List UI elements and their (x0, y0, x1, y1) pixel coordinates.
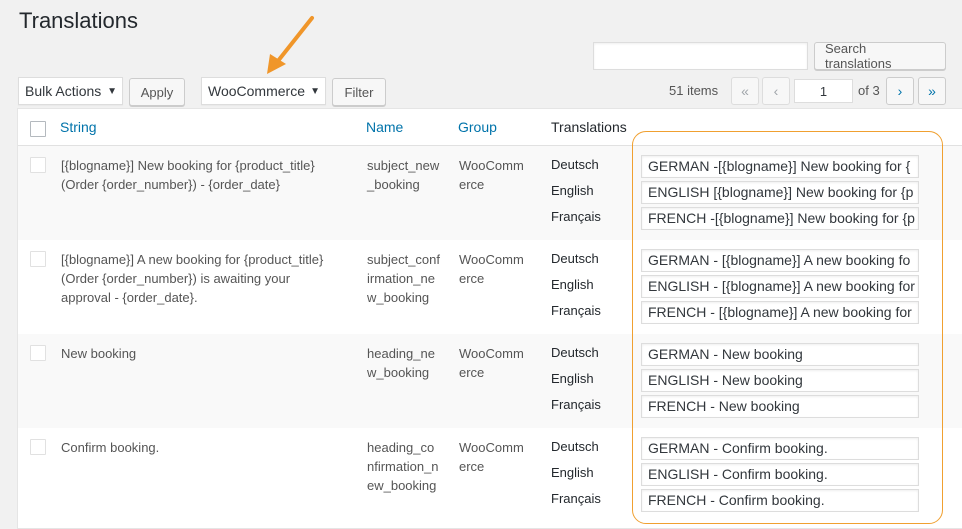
total-pages-label: of 3 (858, 83, 880, 98)
translation-field-english[interactable]: ENGLISH - [{blogname}] A new booking for (641, 275, 919, 298)
lang-label: English (551, 371, 594, 386)
row-name: subject_confirmation_new_booking (367, 252, 440, 305)
row-string: [{blogname}] New booking for {product_ti… (61, 158, 315, 192)
row-name: heading_new_booking (367, 346, 435, 380)
row-checkbox[interactable] (30, 345, 46, 361)
row-checkbox[interactable] (30, 439, 46, 455)
translation-field-french[interactable]: FRENCH -[{blogname}] New booking for {p (641, 207, 919, 230)
translations-table: String Name Group Translations [{blognam… (17, 108, 962, 529)
translation-field-german[interactable]: GERMAN - [{blogname}] A new booking fo (641, 249, 919, 272)
lang-label: Deutsch (551, 157, 599, 172)
filter-button[interactable]: Filter (332, 78, 386, 106)
bulk-actions-select[interactable]: Bulk Actions ▼ (18, 77, 123, 105)
lang-label: Deutsch (551, 251, 599, 266)
annotation-arrow-icon (267, 16, 314, 74)
row-group: WooCommerce (459, 252, 524, 286)
page-title: Translations (19, 8, 139, 33)
row-group: WooCommerce (459, 440, 524, 474)
row-name: heading_confirmation_new_booking (367, 440, 439, 493)
column-name-header[interactable]: Name (366, 119, 403, 135)
triangle-down-icon: ▼ (310, 85, 320, 97)
translation-field-french[interactable]: FRENCH - [{blogname}] A new booking for (641, 301, 919, 324)
translation-field-german[interactable]: GERMAN -[{blogname}] New booking for { (641, 155, 919, 178)
items-count: 51 items (669, 83, 719, 98)
table-row: New booking heading_new_booking WooComme… (18, 334, 962, 428)
next-page-button[interactable]: › (886, 77, 914, 105)
translation-field-english[interactable]: ENGLISH - New booking (641, 369, 919, 392)
lang-label: Deutsch (551, 439, 599, 454)
search-input[interactable] (593, 42, 808, 70)
row-checkbox[interactable] (30, 251, 46, 267)
column-group-header[interactable]: Group (458, 119, 497, 135)
row-string: Confirm booking. (61, 440, 160, 455)
table-row: [{blogname}] New booking for {product_ti… (18, 146, 962, 240)
prev-page-button[interactable]: ‹ (762, 77, 790, 105)
row-string: New booking (61, 346, 137, 361)
lang-label: Français (551, 303, 601, 318)
lang-label: Français (551, 209, 601, 224)
translation-field-german[interactable]: GERMAN - Confirm booking. (641, 437, 919, 460)
lang-label: English (551, 277, 594, 292)
translation-field-english[interactable]: ENGLISH [{blogname}] New booking for {p (641, 181, 919, 204)
translation-field-french[interactable]: FRENCH - New booking (641, 395, 919, 418)
first-page-button[interactable]: « (731, 77, 759, 105)
bulk-actions-value: Bulk Actions (25, 83, 102, 99)
column-translations-header: Translations (551, 119, 627, 135)
translation-field-english[interactable]: ENGLISH - Confirm booking. (641, 463, 919, 486)
search-translations-button[interactable]: Search translations (814, 41, 946, 71)
apply-button[interactable]: Apply (129, 78, 185, 106)
lang-label: English (551, 183, 594, 198)
group-filter-value: WooCommerce (208, 83, 305, 99)
lang-label: Français (551, 397, 601, 412)
table-row: Confirm booking. heading_confirmation_ne… (18, 428, 962, 522)
row-checkbox[interactable] (30, 157, 46, 173)
group-filter-select[interactable]: WooCommerce ▼ (201, 77, 326, 105)
select-all-checkbox[interactable] (30, 121, 46, 137)
row-name: subject_new_booking (367, 158, 440, 192)
current-page-input[interactable]: 1 (794, 79, 853, 103)
last-page-button[interactable]: » (918, 77, 946, 105)
row-group: WooCommerce (459, 158, 524, 192)
lang-label: Français (551, 491, 601, 506)
column-string-header[interactable]: String (60, 119, 97, 135)
lang-label: English (551, 465, 594, 480)
row-string: [{blogname}] A new booking for {product_… (61, 252, 324, 305)
lang-label: Deutsch (551, 345, 599, 360)
translation-field-german[interactable]: GERMAN - New booking (641, 343, 919, 366)
table-row: [{blogname}] A new booking for {product_… (18, 240, 962, 334)
triangle-down-icon: ▼ (107, 85, 117, 97)
translation-field-french[interactable]: FRENCH - Confirm booking. (641, 489, 919, 512)
table-header: String Name Group Translations (18, 109, 962, 146)
row-group: WooCommerce (459, 346, 524, 380)
